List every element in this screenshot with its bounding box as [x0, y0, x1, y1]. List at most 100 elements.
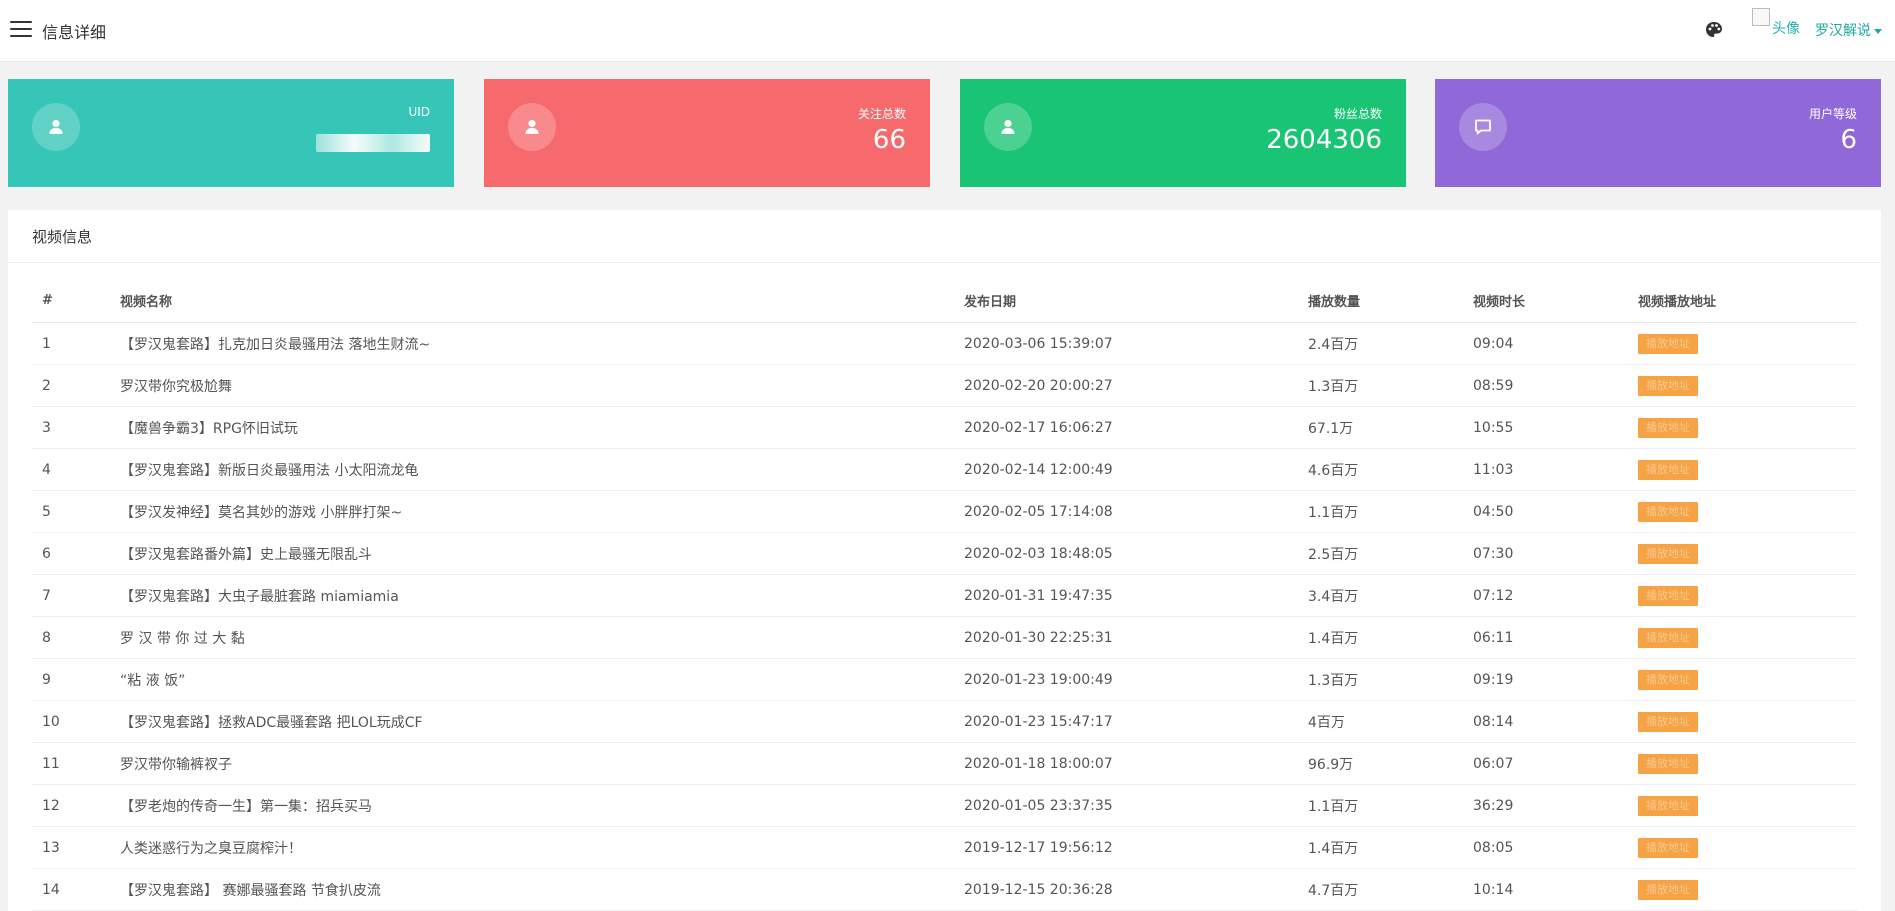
video-name: 人类迷惑行为之臭豆腐榨汁！ — [110, 826, 954, 869]
play-url-button[interactable]: 播放地址 — [1638, 879, 1698, 900]
play-count: 4.6百万 — [1298, 448, 1463, 491]
play-url-cell: 播放地址 — [1628, 826, 1857, 869]
play-url-cell: 播放地址 — [1628, 490, 1857, 533]
row-number: 2 — [32, 364, 110, 407]
play-url-button[interactable]: 播放地址 — [1638, 585, 1698, 606]
publish-date: 2019-12-15 20:36:28 — [954, 868, 1298, 911]
row-number: 11 — [32, 742, 110, 785]
publish-date: 2020-01-30 22:25:31 — [954, 616, 1298, 659]
play-url-button[interactable]: 播放地址 — [1638, 627, 1698, 648]
user-icon — [32, 103, 80, 151]
play-count: 2.4百万 — [1298, 322, 1463, 365]
column-header: 发布日期 — [954, 278, 1298, 323]
panel-title: 视频信息 — [32, 228, 93, 246]
table-row: 6 【罗汉鬼套路番外篇】史上最骚无限乱斗 2020-02-03 18:48:05 2.… — [32, 532, 1857, 575]
play-url-cell: 播放地址 — [1628, 532, 1857, 575]
stat-card-uid: UID — [8, 79, 454, 187]
video-duration: 08:59 — [1463, 364, 1628, 407]
play-count: 1.3百万 — [1298, 364, 1463, 407]
table-row: 14 【罗汉鬼套路】 赛娜最骚套路 节食扒皮流 2019-12-15 20:36:2… — [32, 868, 1857, 911]
video-name: 【罗汉鬼套路番外篇】史上最骚无限乱斗 — [110, 532, 954, 575]
row-number: 1 — [32, 322, 110, 365]
column-header: 视频播放地址 — [1628, 278, 1857, 323]
publish-date: 2020-01-31 19:47:35 — [954, 574, 1298, 617]
stat-value: 2604306 — [1266, 125, 1382, 155]
play-url-cell: 播放地址 — [1628, 448, 1857, 491]
table-header-row: # 视频名称 发布日期 播放数量 视频时长 视频播放地址 — [32, 278, 1857, 323]
video-name: 【罗汉鬼套路】大虫子最脏套路 miamiamia — [110, 574, 954, 617]
row-number: 4 — [32, 448, 110, 491]
stat-label: 粉丝总数 — [1333, 107, 1382, 121]
table-row: 9 “粘 液 饭” 2020-01-23 19:00:49 1.3百万 09:19 播放地… — [32, 658, 1857, 701]
table-row: 4 【罗汉鬼套路】新版日炎最骚用法 小太阳流龙龟 2020-02-14 12:00:… — [32, 448, 1857, 491]
stat-value: 66 — [872, 125, 906, 155]
play-count: 2.5百万 — [1298, 532, 1463, 575]
broken-image-icon — [1752, 8, 1770, 26]
video-duration: 07:30 — [1463, 532, 1628, 575]
play-url-button[interactable]: 播放地址 — [1638, 543, 1698, 564]
play-count: 3.4百万 — [1298, 574, 1463, 617]
table-row: 7 【罗汉鬼套路】大虫子最脏套路 miamiamia 2020-01-31 19:4… — [32, 574, 1857, 617]
column-header: # — [32, 278, 110, 323]
uid-masked-value — [316, 134, 430, 152]
play-url-button[interactable]: 播放地址 — [1638, 501, 1698, 522]
video-table: # 视频名称 发布日期 播放数量 视频时长 视频播放地址 1 【罗汉鬼套路】扎克加… — [32, 278, 1857, 911]
row-number: 5 — [32, 490, 110, 533]
play-url-cell: 播放地址 — [1628, 616, 1857, 659]
play-url-cell: 播放地址 — [1628, 658, 1857, 701]
video-duration: 11:03 — [1463, 448, 1628, 491]
play-count: 1.4百万 — [1298, 826, 1463, 869]
play-url-cell: 播放地址 — [1628, 868, 1857, 911]
play-count: 96.9万 — [1298, 742, 1463, 785]
row-number: 9 — [32, 658, 110, 701]
video-duration: 08:14 — [1463, 700, 1628, 743]
avatar[interactable]: 头像 — [1752, 8, 1800, 38]
divider — [8, 262, 1881, 263]
table-row: 1 【罗汉鬼套路】扎克加日炎最骚用法 落地生财流~ 2020-03-06 15:39… — [32, 322, 1857, 365]
video-name: 罗汉带你输裤衩子 — [110, 742, 954, 785]
user-icon — [508, 103, 556, 151]
video-name: “粘 液 饭” — [110, 658, 954, 701]
stat-label: 关注总数 — [857, 107, 906, 121]
palette-icon[interactable] — [1704, 20, 1724, 40]
play-count: 67.1万 — [1298, 406, 1463, 449]
play-url-button[interactable]: 播放地址 — [1638, 417, 1698, 438]
user-menu[interactable]: 罗汉解说 — [1815, 20, 1882, 40]
chat-icon — [1459, 103, 1507, 151]
publish-date: 2020-01-23 19:00:49 — [954, 658, 1298, 701]
play-url-button[interactable]: 播放地址 — [1638, 795, 1698, 816]
publish-date: 2020-01-23 15:47:17 — [954, 700, 1298, 743]
play-url-button[interactable]: 播放地址 — [1638, 711, 1698, 732]
row-number: 10 — [32, 700, 110, 743]
play-url-cell: 播放地址 — [1628, 574, 1857, 617]
play-count: 4百万 — [1298, 700, 1463, 743]
video-duration: 08:05 — [1463, 826, 1628, 869]
publish-date: 2020-01-18 18:00:07 — [954, 742, 1298, 785]
video-name: 【罗汉鬼套路】扎克加日炎最骚用法 落地生财流~ — [110, 322, 954, 365]
menu-icon[interactable] — [10, 21, 32, 39]
publish-date: 2020-03-06 15:39:07 — [954, 322, 1298, 365]
play-url-button[interactable]: 播放地址 — [1638, 669, 1698, 690]
video-duration: 10:14 — [1463, 868, 1628, 911]
play-url-button[interactable]: 播放地址 — [1638, 837, 1698, 858]
table-row: 13 人类迷惑行为之臭豆腐榨汁！ 2019-12-17 19:56:12 1.4百万 0… — [32, 826, 1857, 869]
video-name: 【罗汉发神经】莫名其妙的游戏 小胖胖打架~ — [110, 490, 954, 533]
play-url-button[interactable]: 播放地址 — [1638, 375, 1698, 396]
play-url-button[interactable]: 播放地址 — [1638, 459, 1698, 480]
play-url-button[interactable]: 播放地址 — [1638, 753, 1698, 774]
avatar-alt-text: 头像 — [1772, 21, 1800, 37]
video-duration: 09:04 — [1463, 322, 1628, 365]
stat-card-level: 用户等级 6 — [1435, 79, 1881, 187]
play-url-button[interactable]: 播放地址 — [1638, 333, 1698, 354]
video-duration: 06:11 — [1463, 616, 1628, 659]
play-url-cell: 播放地址 — [1628, 700, 1857, 743]
row-number: 3 — [32, 406, 110, 449]
play-url-cell: 播放地址 — [1628, 406, 1857, 449]
video-duration: 06:07 — [1463, 742, 1628, 785]
play-url-cell: 播放地址 — [1628, 322, 1857, 365]
user-icon — [984, 103, 1032, 151]
play-url-cell: 播放地址 — [1628, 784, 1857, 827]
play-count: 4.7百万 — [1298, 868, 1463, 911]
video-name: 罗 汉 带 你 过 大 黏 — [110, 616, 954, 659]
stat-card-following: 关注总数 66 — [484, 79, 930, 187]
